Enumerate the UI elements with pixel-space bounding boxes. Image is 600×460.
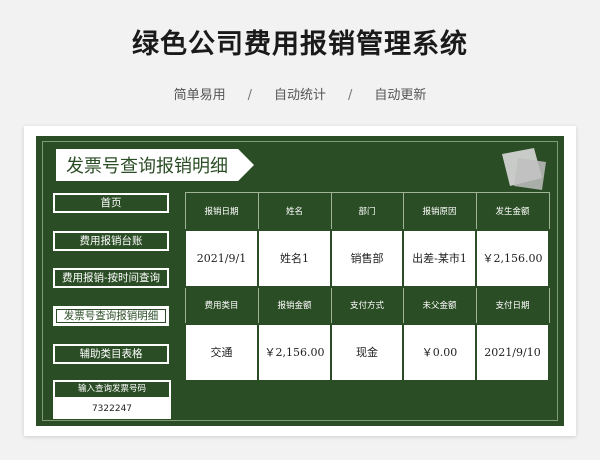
nav-query-by-time-button[interactable]: 费用报销-按时间查询 — [53, 268, 169, 288]
value-cell: 交通 — [184, 322, 259, 382]
subtitle-separator: / — [348, 88, 353, 103]
header-cell: 未父金额 — [402, 286, 477, 324]
subtitle-feature-3: 自动更新 — [374, 88, 427, 103]
header-cell: 报销日期 — [184, 192, 259, 230]
header-cell: 报销金额 — [257, 286, 332, 324]
page-subtitle: 简单易用 / 自动统计 / 自动更新 — [0, 84, 600, 103]
detail-table: 报销日期 姓名 部门 报销原因 发生金额 2021/9/1 姓名1 销售部 出差… — [184, 192, 550, 382]
header-cell: 支付方式 — [330, 286, 404, 324]
header-cell: 费用类目 — [184, 286, 259, 324]
nav-auxiliary-tables-button[interactable]: 辅助类目表格 — [53, 344, 169, 364]
decorative-squares-icon — [502, 148, 546, 190]
banner-title: 发票号查询报销明细 — [66, 156, 228, 177]
nav-expense-ledger-button[interactable]: 费用报销台账 — [53, 231, 169, 251]
value-cell: 现金 — [330, 322, 404, 382]
header-cell: 发生金额 — [475, 192, 550, 230]
value-cell: 姓名1 — [257, 228, 332, 288]
value-cell: ￥2,156.00 — [475, 228, 550, 288]
value-cell: ￥2,156.00 — [257, 322, 332, 382]
page-title: 绿色公司费用报销管理系统 — [132, 29, 468, 60]
value-cell: 2021/9/1 — [184, 228, 259, 288]
value-cell: ￥0.00 — [402, 322, 477, 382]
value-cell: 2021/9/10 — [475, 322, 550, 382]
invoice-number-input[interactable] — [53, 399, 171, 419]
value-cell: 销售部 — [330, 228, 404, 288]
header-cell: 姓名 — [257, 192, 332, 230]
nav-home-button[interactable]: 首页 — [53, 193, 169, 213]
value-cell: 出差-某市1 — [402, 228, 477, 288]
subtitle-feature-2: 自动统计 — [273, 88, 326, 103]
header-cell: 报销原因 — [402, 192, 477, 230]
header-cell: 支付日期 — [475, 286, 550, 324]
nav-invoice-query-button[interactable]: 发票号查询报销明细 — [53, 306, 169, 326]
subtitle-feature-1: 简单易用 — [173, 88, 226, 103]
subtitle-separator: / — [247, 88, 252, 103]
header-cell: 部门 — [330, 192, 404, 230]
invoice-input-label: 输入查询发票号码 — [53, 380, 171, 399]
